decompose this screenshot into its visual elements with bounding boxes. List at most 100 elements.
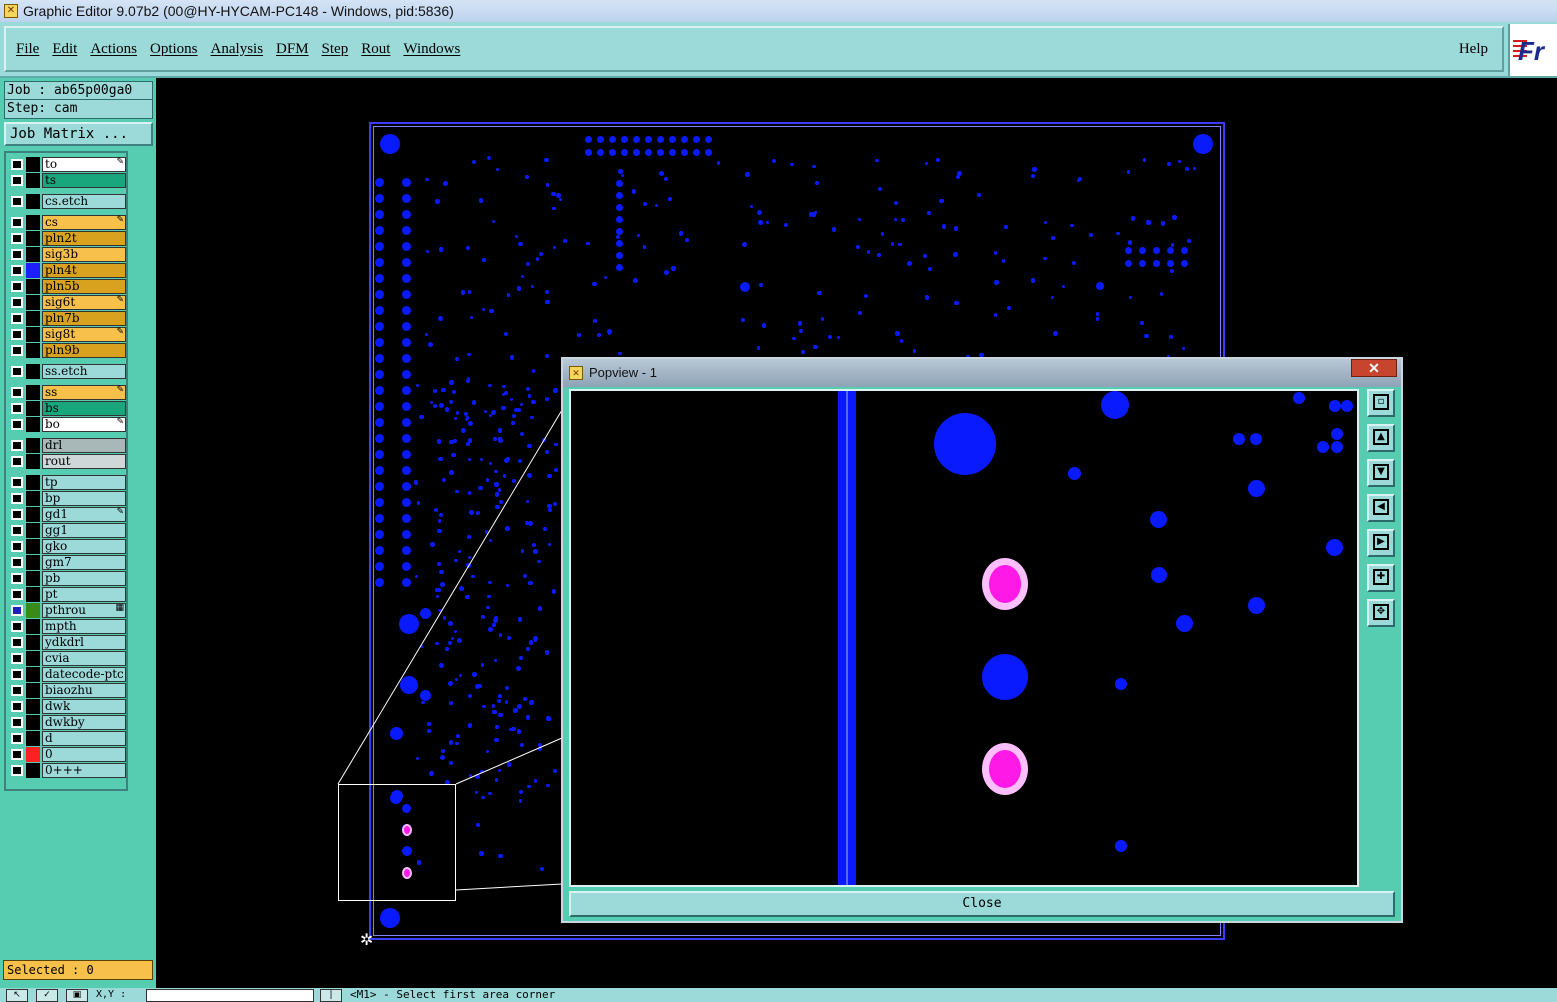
menu-help[interactable]: Help xyxy=(1459,41,1488,58)
layer-checkbox[interactable] xyxy=(11,685,23,696)
layer-checkbox[interactable] xyxy=(11,196,23,207)
layer-color-swatch[interactable] xyxy=(26,364,40,379)
layer-name[interactable]: rout xyxy=(42,454,126,469)
layer-color-swatch[interactable] xyxy=(26,438,40,453)
layer-checkbox[interactable] xyxy=(11,733,23,744)
layer-row-gm7[interactable]: gm7 xyxy=(8,555,126,570)
layer-checkbox[interactable] xyxy=(11,701,23,712)
layer-name[interactable]: ss.etch xyxy=(42,364,126,379)
job-matrix-button[interactable]: Job Matrix ... xyxy=(4,122,153,146)
layer-row-gg1[interactable]: gg1 xyxy=(8,523,126,538)
layer-row-pln5b[interactable]: pln5b xyxy=(8,279,126,294)
layer-color-swatch[interactable] xyxy=(26,635,40,650)
pan-up-button[interactable]: ▲ xyxy=(1367,424,1395,452)
layer-color-swatch[interactable] xyxy=(26,699,40,714)
layer-checkbox[interactable] xyxy=(11,541,23,552)
menu-options[interactable]: Options xyxy=(150,41,198,58)
layer-name[interactable]: 0 xyxy=(42,747,126,762)
menu-analysis[interactable]: Analysis xyxy=(211,41,264,58)
layer-checkbox[interactable] xyxy=(11,233,23,244)
layer-row-pthrou[interactable]: pthrou ▦ xyxy=(8,603,126,618)
layer-color-swatch[interactable] xyxy=(26,417,40,432)
layer-row-sig6t[interactable]: sig6t ✎ xyxy=(8,295,126,310)
layer-row-dwk[interactable]: dwk xyxy=(8,699,126,714)
layer-row-gko[interactable]: gko xyxy=(8,539,126,554)
layer-color-swatch[interactable] xyxy=(26,263,40,278)
layer-checkbox[interactable] xyxy=(11,557,23,568)
layer-checkbox[interactable] xyxy=(11,477,23,488)
layer-checkbox[interactable] xyxy=(11,249,23,260)
layer-name[interactable]: to xyxy=(42,157,126,172)
layer-checkbox[interactable] xyxy=(11,456,23,467)
layer-name[interactable]: ss xyxy=(42,385,126,400)
layer-checkbox[interactable] xyxy=(11,605,23,616)
layer-row-ydkdrl[interactable]: ydkdrl xyxy=(8,635,126,650)
layer-row-0[interactable]: 0 xyxy=(8,747,126,762)
layer-color-swatch[interactable] xyxy=(26,539,40,554)
layer-name[interactable]: gko xyxy=(42,539,126,554)
menu-rout[interactable]: Rout xyxy=(361,41,390,58)
pan-left-button[interactable]: ◀ xyxy=(1367,494,1395,522)
layer-name[interactable]: pln4t xyxy=(42,263,126,278)
layer-color-swatch[interactable] xyxy=(26,731,40,746)
menu-file[interactable]: File xyxy=(16,41,39,58)
layer-color-swatch[interactable] xyxy=(26,475,40,490)
layer-checkbox[interactable] xyxy=(11,387,23,398)
layer-row-pln7b[interactable]: pln7b xyxy=(8,311,126,326)
layer-name[interactable]: bs xyxy=(42,401,126,416)
layer-name[interactable]: cs.etch xyxy=(42,194,126,209)
layer-name[interactable]: sig3b xyxy=(42,247,126,262)
menu-edit[interactable]: Edit xyxy=(52,41,77,58)
layer-row-gd1[interactable]: gd1 ✎ xyxy=(8,507,126,522)
layer-color-swatch[interactable] xyxy=(26,194,40,209)
popview-close-button[interactable]: Close xyxy=(569,891,1395,917)
layer-row-bo[interactable]: bo ✎ xyxy=(8,417,126,432)
layer-color-swatch[interactable] xyxy=(26,311,40,326)
layer-color-swatch[interactable] xyxy=(26,247,40,262)
pan-right-button[interactable]: ▶ xyxy=(1367,529,1395,557)
layer-name[interactable]: bp xyxy=(42,491,126,506)
layer-checkbox[interactable] xyxy=(11,419,23,430)
popview-canvas[interactable] xyxy=(569,389,1359,887)
layer-checkbox[interactable] xyxy=(11,765,23,776)
layer-row-datecode-ptc[interactable]: datecode-ptc xyxy=(8,667,126,682)
layer-color-swatch[interactable] xyxy=(26,173,40,188)
layer-row-cvia[interactable]: cvia xyxy=(8,651,126,666)
menu-step[interactable]: Step xyxy=(322,41,349,58)
layer-color-swatch[interactable] xyxy=(26,667,40,682)
layer-name[interactable]: pt xyxy=(42,587,126,602)
layer-name[interactable]: gm7 xyxy=(42,555,126,570)
layer-color-swatch[interactable] xyxy=(26,683,40,698)
layer-name[interactable]: mpth xyxy=(42,619,126,634)
check-tool-button[interactable]: ✓ xyxy=(36,989,58,1002)
layer-checkbox[interactable] xyxy=(11,621,23,632)
layer-checkbox[interactable] xyxy=(11,313,23,324)
layer-color-swatch[interactable] xyxy=(26,587,40,602)
layer-checkbox[interactable] xyxy=(11,329,23,340)
layer-row-d[interactable]: d xyxy=(8,731,126,746)
layer-checkbox[interactable] xyxy=(11,175,23,186)
layer-name[interactable]: pln2t xyxy=(42,231,126,246)
layer-row-pln9b[interactable]: pln9b xyxy=(8,343,126,358)
layer-name[interactable]: bo xyxy=(42,417,126,432)
layer-row-ss.etch[interactable]: ss.etch xyxy=(8,364,126,379)
layer-name[interactable]: sig8t xyxy=(42,327,126,342)
layer-row-pb[interactable]: pb xyxy=(8,571,126,586)
zoom-window-button[interactable]: ▫ xyxy=(1367,389,1395,417)
layer-color-swatch[interactable] xyxy=(26,619,40,634)
layer-row-rout[interactable]: rout xyxy=(8,454,126,469)
pan-down-button[interactable]: ▼ xyxy=(1367,459,1395,487)
layer-name[interactable]: gd1 xyxy=(42,507,126,522)
layer-row-tp[interactable]: tp xyxy=(8,475,126,490)
snap-tool-button[interactable]: ▣ xyxy=(66,989,88,1002)
layer-color-swatch[interactable] xyxy=(26,603,40,618)
layer-row-bp[interactable]: bp xyxy=(8,491,126,506)
layer-name[interactable]: pln5b xyxy=(42,279,126,294)
layer-checkbox[interactable] xyxy=(11,669,23,680)
layer-row-pt[interactable]: pt xyxy=(8,587,126,602)
layer-checkbox[interactable] xyxy=(11,749,23,760)
layer-row-ts[interactable]: ts xyxy=(8,173,126,188)
layer-color-swatch[interactable] xyxy=(26,523,40,538)
popview-close-icon[interactable]: ✕ xyxy=(1351,359,1397,377)
layer-checkbox[interactable] xyxy=(11,281,23,292)
